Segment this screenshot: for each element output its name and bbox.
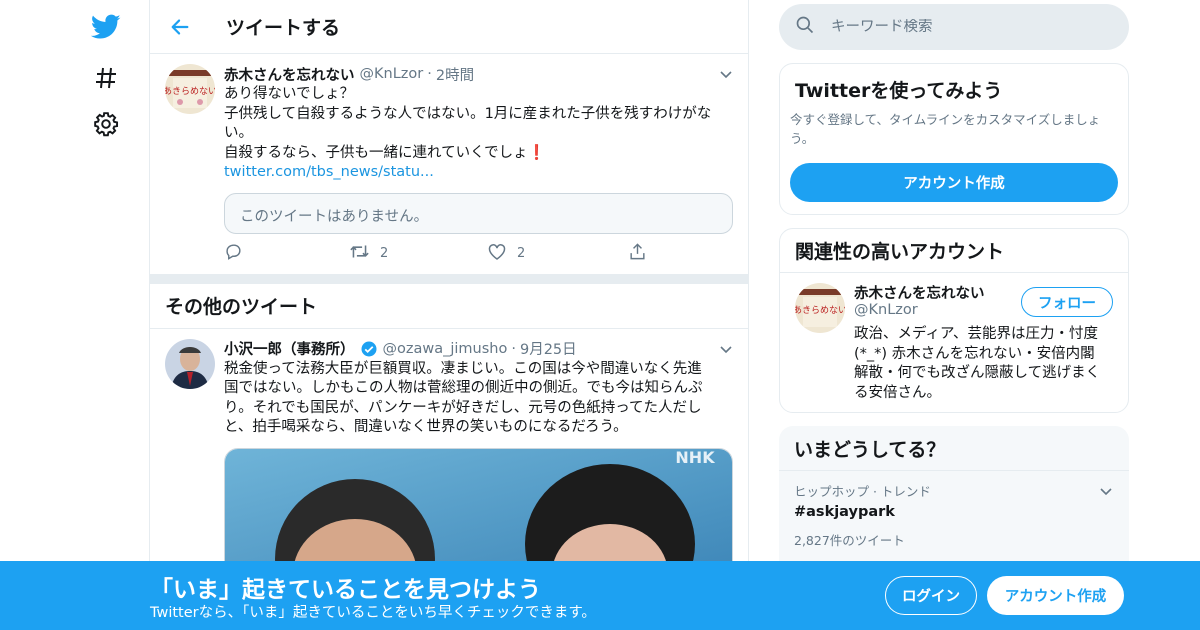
create-account-button[interactable]: アカウント作成 <box>790 163 1118 202</box>
like-button[interactable]: 2 <box>487 242 628 265</box>
account-bio: 政治、メディア、芸能界は圧力・忖度 (*_*) 赤木さんを忘れない・安倍内閣 解… <box>854 326 1101 401</box>
account-suggestion[interactable]: あきらめない 赤木さんを忘れない @KnLzor フォロー 政治、メディア、芸能… <box>780 273 1128 403</box>
search-input[interactable] <box>831 19 1111 35</box>
retweet-count: 2 <box>380 246 389 261</box>
quoted-tweet-unavailable: このツイートはありません。 <box>224 192 733 234</box>
tweet-photo[interactable]: NHK <box>224 447 733 578</box>
relevant-card-title: 関連性の高いアカウント <box>780 229 1128 273</box>
author-name[interactable]: 赤木さんを忘れない <box>224 64 355 85</box>
tweet-header: 赤木さんを忘れない @KnLzor · 2時間 <box>224 64 733 84</box>
hashtag-icon[interactable] <box>88 60 124 96</box>
reply-icon <box>224 242 243 265</box>
signup-button[interactable]: アカウント作成 <box>987 576 1124 615</box>
reply-button[interactable] <box>224 242 349 265</box>
avatar[interactable] <box>165 338 215 389</box>
chevron-down-icon[interactable] <box>718 66 734 82</box>
share-icon <box>628 242 647 265</box>
chevron-down-icon[interactable] <box>1098 483 1114 503</box>
avatar[interactable]: あきらめない <box>795 283 845 333</box>
verified-badge-icon <box>360 340 378 358</box>
tweet-actions: 2 2 <box>224 234 733 274</box>
signup-card-title: Twitterを使ってみよう <box>795 80 1003 102</box>
relevant-accounts-card: 関連性の高いアカウント あきらめない 赤木さんを忘れない @KnLzor フォロ… <box>779 228 1129 413</box>
author-handle[interactable]: @KnLzor <box>360 66 424 82</box>
signup-bottom-bar: 「いま」起きていることを見つけよう Twitterなら、「いま」起きていることを… <box>0 561 1200 630</box>
tweet-time[interactable]: 2時間 <box>436 64 474 85</box>
section-separator <box>150 273 748 284</box>
back-arrow-icon[interactable] <box>168 15 192 39</box>
tweet-time[interactable]: 9月25日 <box>520 338 577 359</box>
page-title: ツイートする <box>226 17 341 39</box>
bottom-bar-subtitle: Twitterなら、「いま」起きていることをいち早くチェックできます。 <box>150 605 596 621</box>
heart-icon <box>487 242 507 265</box>
retweet-icon <box>349 242 370 265</box>
like-count: 2 <box>517 246 526 261</box>
login-button[interactable]: ログイン <box>885 576 977 615</box>
author-name[interactable]: 小沢一郎（事務所） <box>224 338 355 359</box>
twitter-bird-icon[interactable] <box>88 9 124 45</box>
separator-dot: · <box>427 66 432 82</box>
separator-dot: · <box>511 340 516 357</box>
trend-item[interactable]: ヒップホップ · トレンド #askjaypark 2,827件のツイート <box>779 471 1129 559</box>
tweet-link[interactable]: twitter.com/tbs_news/statu... <box>224 163 733 183</box>
avatar[interactable]: あきらめない <box>165 64 215 114</box>
other-tweet[interactable]: 小沢一郎（事務所） @ozawa_jimusho · 9月25日 税金使って法務… <box>150 329 748 578</box>
gear-icon[interactable] <box>88 106 124 142</box>
trend-context: ヒップホップ · トレンド <box>794 484 931 499</box>
trend-topic: #askjaypark <box>794 504 895 520</box>
svg-text:あきらめない: あきらめない <box>165 86 215 97</box>
main-column: ツイートする あきらめない 赤木さんを忘れない @KnLzor · 2時間 あり… <box>149 0 749 630</box>
chevron-down-icon[interactable] <box>718 341 734 357</box>
tweet-text: あり得ないでしょ？ 子供残して自殺するような人ではない。1月に産まれた子供を残す… <box>224 86 712 161</box>
left-nav <box>80 0 150 630</box>
bottom-bar-title: 「いま」起きていることを見つけよう <box>150 577 541 603</box>
focused-tweet[interactable]: あきらめない 赤木さんを忘れない @KnLzor · 2時間 あり得ないでしょ？… <box>150 54 748 274</box>
signup-card-description: 今すぐ登録して、タイムラインをカスタマイズしましょ う。 <box>790 112 1101 146</box>
search-icon <box>795 15 815 39</box>
svg-text:あきらめない: あきらめない <box>795 305 845 316</box>
more-tweets-title: その他のツイート <box>150 284 748 329</box>
search-box[interactable] <box>779 4 1129 50</box>
follow-button[interactable]: フォロー <box>1021 287 1113 317</box>
trend-count: 2,827件のツイート <box>794 533 905 548</box>
right-sidebar: Twitterを使ってみよう 今すぐ登録して、タイムラインをカスタマイズしましょ… <box>779 0 1129 586</box>
tweet-text: 税金使って法務大臣が巨額買収。凄まじい。この国は今や間違いなく先進 国ではない。… <box>224 360 703 436</box>
signup-card: Twitterを使ってみよう 今すぐ登録して、タイムラインをカスタマイズしましょ… <box>779 63 1129 215</box>
tweet-header: 小沢一郎（事務所） @ozawa_jimusho · 9月25日 <box>224 339 733 359</box>
share-button[interactable] <box>628 242 647 265</box>
author-handle[interactable]: @ozawa_jimusho <box>383 341 508 357</box>
media-watermark: NHK <box>675 449 715 467</box>
retweet-button[interactable]: 2 <box>349 242 487 265</box>
trends-card-title: いまどうしてる？ <box>779 426 1129 471</box>
page-header: ツイートする <box>150 0 748 54</box>
